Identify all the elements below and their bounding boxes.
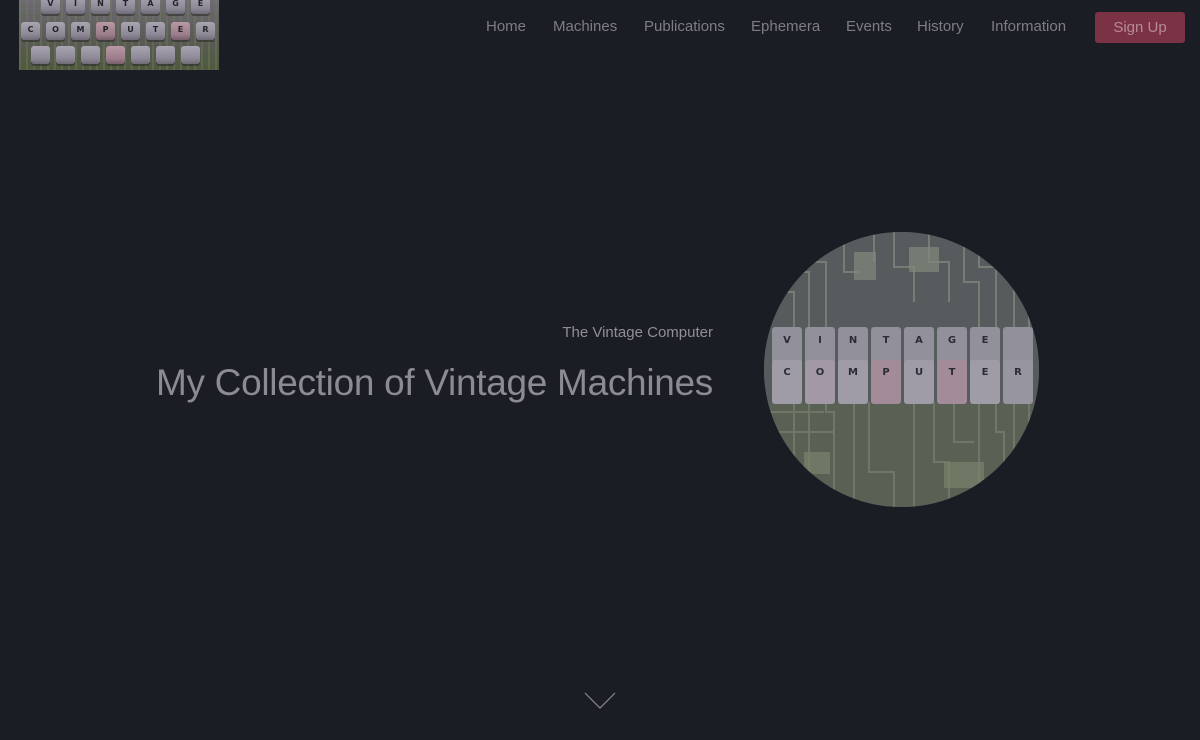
logo-key-row-top: V I N T A G E [19, 0, 219, 18]
logo-key: T [146, 22, 165, 40]
hero-image: V I N T A G E C O M P U T E R [764, 232, 1039, 507]
logo-key: E [191, 0, 210, 14]
nav-item-history[interactable]: History [917, 17, 964, 37]
logo-key-blank [31, 46, 50, 64]
hero-title: My Collection of Vintage Machines [155, 362, 713, 403]
logo-key: E [171, 22, 190, 40]
logo-key: N [91, 0, 110, 14]
logo-key: M [71, 22, 90, 40]
nav-item-machines[interactable]: Machines [553, 17, 617, 37]
hero-subtitle: The Vintage Computer [562, 324, 713, 341]
logo-key-row-bottom: C O M P U T E R [19, 22, 219, 44]
sign-up-button[interactable]: Sign Up [1095, 12, 1185, 43]
logo-key: R [196, 22, 215, 40]
logo-key-blank [56, 46, 75, 64]
logo-key: U [121, 22, 140, 40]
logo-key-blank [181, 46, 200, 64]
nav-item-ephemera[interactable]: Ephemera [751, 17, 820, 37]
logo-key: V [41, 0, 60, 14]
logo-key-row-lower [19, 46, 219, 70]
nav-item-events[interactable]: Events [846, 17, 892, 37]
circuit-board-keys-image: V I N T A G E C O M P U T E R [764, 232, 1039, 507]
logo-key-blank [106, 46, 125, 64]
nav-item-publications[interactable]: Publications [644, 17, 725, 37]
logo-key-blank [131, 46, 150, 64]
chevron-down-icon[interactable] [584, 690, 616, 710]
logo-key: A [141, 0, 160, 14]
logo-key: G [166, 0, 185, 14]
logo-key: T [116, 0, 135, 14]
logo-key: P [96, 22, 115, 40]
nav-item-home[interactable]: Home [486, 17, 526, 37]
nav-item-information[interactable]: Information [991, 17, 1066, 37]
logo-key-blank [81, 46, 100, 64]
logo-key: O [46, 22, 65, 40]
logo-key-blank [156, 46, 175, 64]
site-logo[interactable]: V I N T A G E C O M P U T E R [19, 0, 219, 70]
logo-key: C [21, 22, 40, 40]
logo-key: I [66, 0, 85, 14]
